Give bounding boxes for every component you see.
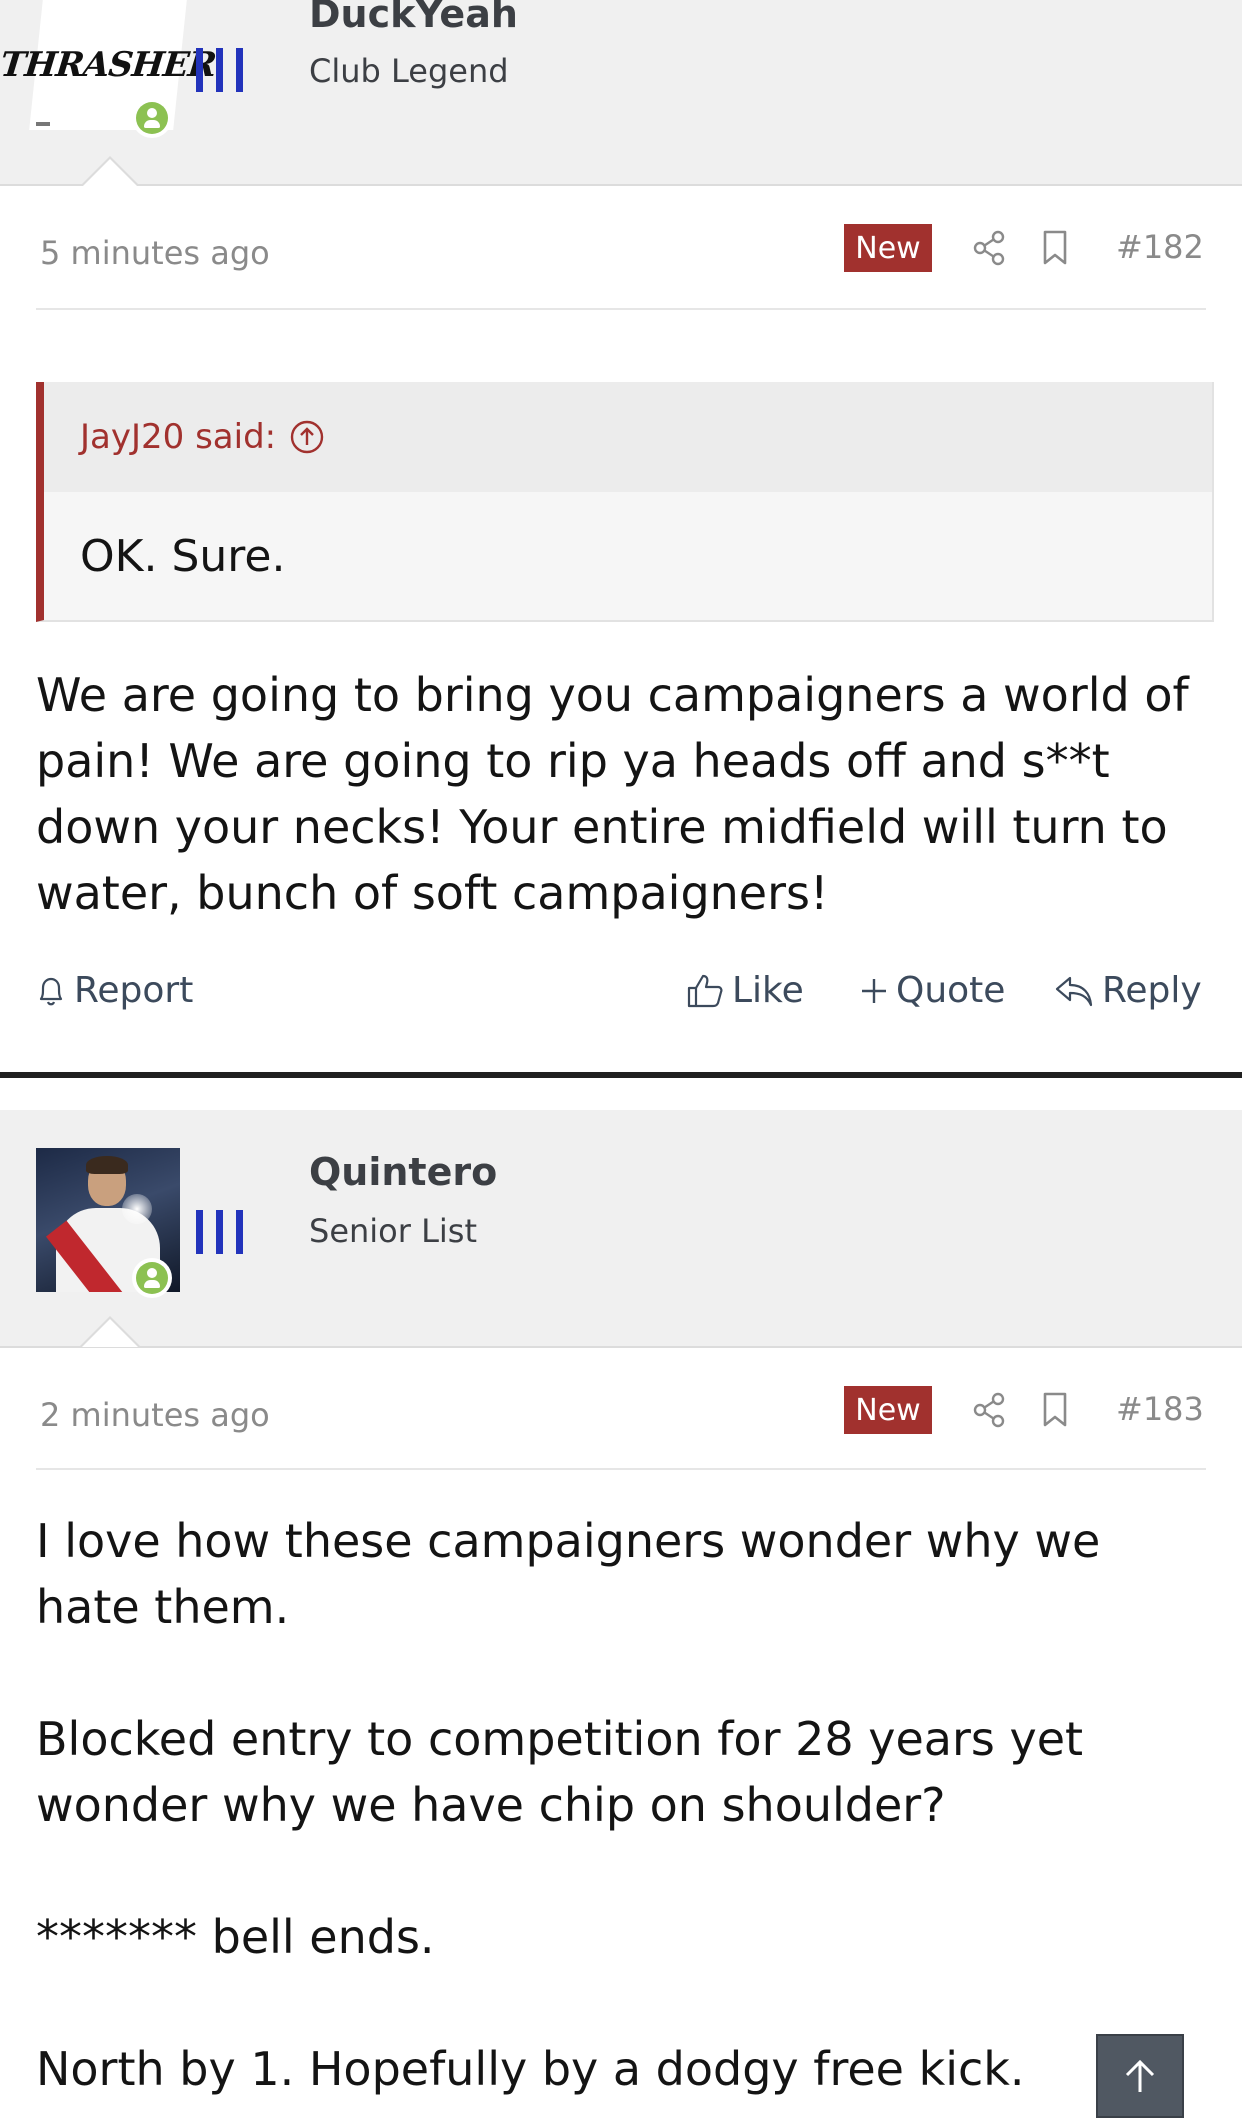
reply-icon: [1055, 976, 1093, 1006]
arrow-up-circle-icon[interactable]: [290, 420, 324, 454]
arrow-up-icon: [1125, 2059, 1155, 2092]
bookmark-icon[interactable]: [1042, 1392, 1068, 1428]
quote-attribution[interactable]: JayJ20 said:: [44, 382, 1212, 492]
quote-author[interactable]: JayJ20 said:: [80, 417, 276, 457]
post-body: I love how these campaigners wonder why …: [36, 1508, 1206, 2102]
new-badge: New: [844, 1386, 932, 1434]
flag-bars-icon: [196, 48, 243, 92]
post-paragraph: Blocked entry to competition for 28 year…: [36, 1712, 1084, 1832]
report-label: Report: [74, 970, 194, 1011]
header-notch: [80, 1316, 140, 1347]
username[interactable]: DuckYeah: [309, 0, 518, 36]
post-timestamp[interactable]: 5 minutes ago: [40, 234, 270, 272]
report-button[interactable]: Report: [36, 970, 193, 1011]
thumbs-up-icon: [687, 974, 723, 1007]
post-183-user-header: Quintero Senior List: [0, 1110, 1242, 1348]
post-paragraph: I love how these campaigners wonder why …: [36, 1514, 1101, 1634]
like-button[interactable]: Like: [686, 970, 804, 1011]
post-182-user-header: THRASHER DuckYeah Club Legend: [0, 0, 1242, 186]
quote-block: JayJ20 said: OK. Sure.: [36, 382, 1214, 622]
quote-label: Quote: [896, 970, 1006, 1011]
flag-bars-icon: [196, 1210, 243, 1254]
post-timestamp[interactable]: 2 minutes ago: [40, 1396, 270, 1434]
post-number[interactable]: #182: [1116, 228, 1204, 266]
online-status-icon: [132, 1258, 172, 1298]
new-badge: New: [844, 224, 932, 272]
share-icon[interactable]: [972, 230, 1006, 266]
post-meta: 2 minutes ago New #183: [36, 1386, 1206, 1446]
quote-text: OK. Sure.: [80, 530, 286, 582]
user-title: Senior List: [309, 1212, 478, 1250]
avatar[interactable]: [36, 1148, 180, 1298]
post-divider: [0, 1072, 1242, 1078]
share-icon[interactable]: [972, 1392, 1006, 1428]
header-notch: [80, 156, 140, 187]
bell-icon: [39, 977, 63, 1005]
post-paragraph: We are going to bring you campaigners a …: [36, 668, 1189, 920]
back-to-top-button[interactable]: [1096, 2034, 1184, 2118]
post-paragraph: ******* bell ends.: [36, 1910, 435, 1964]
reply-label: Reply: [1102, 970, 1202, 1011]
plus-icon: [862, 978, 886, 1003]
online-status-icon: [132, 98, 172, 138]
post-body: We are going to bring you campaigners a …: [36, 662, 1206, 926]
avatar-dash: [36, 122, 50, 126]
reply-button[interactable]: Reply: [1054, 970, 1202, 1011]
avatar[interactable]: THRASHER: [0, 0, 218, 144]
bookmark-icon[interactable]: [1042, 230, 1068, 266]
post-paragraph: North by 1. Hopefully by a dodgy free ki…: [36, 2042, 1025, 2096]
username[interactable]: Quintero: [309, 1150, 497, 1194]
quote-button[interactable]: Quote: [860, 970, 1005, 1011]
post-number[interactable]: #183: [1116, 1390, 1204, 1428]
user-title: Club Legend: [309, 52, 509, 90]
meta-separator: [36, 308, 1206, 310]
like-label: Like: [732, 970, 804, 1011]
post-actions: Report Like Quote Reply: [36, 970, 1206, 1030]
meta-separator: [36, 1468, 1206, 1470]
post-meta: 5 minutes ago New #182: [36, 224, 1206, 284]
